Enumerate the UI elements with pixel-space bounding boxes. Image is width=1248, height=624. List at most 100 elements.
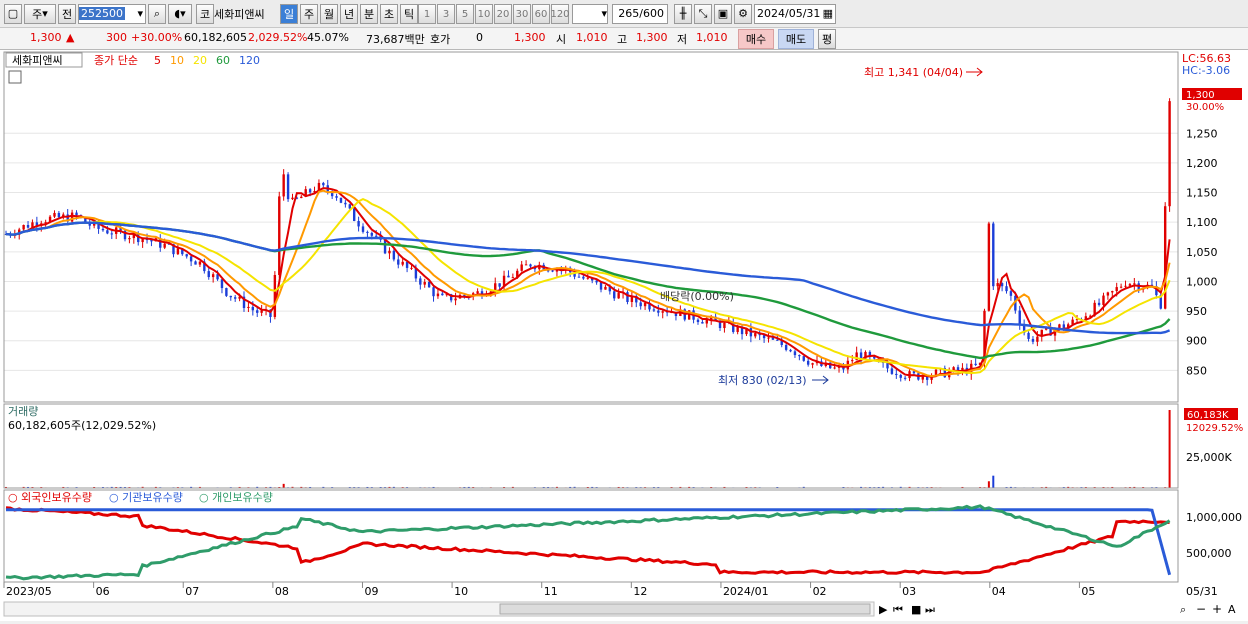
candle-body — [524, 264, 528, 266]
candle-body — [441, 293, 444, 296]
eval-button[interactable]: 평 — [818, 29, 836, 49]
minute-tab-60[interactable]: 60 — [532, 4, 550, 24]
code-button[interactable]: 코 — [196, 3, 214, 24]
ma-prefix: 종가 단순 — [94, 54, 138, 67]
price-tick-label: 1,150 — [1186, 187, 1218, 200]
candle-body — [776, 339, 779, 341]
candle-body — [1124, 285, 1127, 287]
period-tab-초[interactable]: 초 — [380, 4, 398, 24]
tools-icon[interactable]: ⤡ — [694, 3, 712, 24]
holding-line-1 — [6, 508, 1172, 576]
x-axis-labels: 2023/05 06 07 08 09 10 11 12 2024/01 02 03 04 05 — [6, 585, 1095, 598]
search-icon[interactable]: ⌕ — [148, 3, 166, 24]
period-tab-년[interactable]: 년 — [340, 4, 358, 24]
volume-bars — [4, 410, 1178, 489]
speaker-icon[interactable]: ◖▾ — [168, 3, 192, 24]
candle-body — [798, 355, 801, 357]
minute-tab-30[interactable]: 30 — [513, 4, 531, 24]
price-tick-label: 1,100 — [1186, 216, 1218, 229]
minute-select[interactable]: ▾ — [572, 3, 608, 24]
count-input[interactable]: 265/600 — [612, 3, 668, 24]
stock-chart[interactable]: 8509009501,0001,0501,1001,1501,2001,250 … — [0, 50, 1248, 621]
minute-tab-1[interactable]: 1 — [418, 4, 436, 24]
period-tab-분[interactable]: 분 — [360, 4, 378, 24]
period-select[interactable]: 주 ▾ — [24, 3, 56, 24]
buy-button[interactable]: 매수 — [738, 29, 774, 49]
dropdown-icon[interactable]: ▾ — [137, 7, 145, 20]
save-icon[interactable]: ▣ — [714, 3, 732, 24]
volume-tick: 25,000K — [1186, 451, 1232, 464]
candle-body — [1115, 287, 1118, 292]
candle-body — [348, 204, 351, 209]
zoom-out-icon[interactable]: − — [1196, 602, 1206, 616]
candle-icon[interactable]: ╫ — [674, 3, 692, 24]
scroll-right-icon[interactable]: ▶ — [879, 603, 888, 616]
scrollbar-thumb[interactable] — [499, 603, 871, 615]
price-tick-label: 850 — [1186, 364, 1207, 377]
volume-bar — [992, 475, 995, 488]
all-button[interactable]: 전 — [58, 3, 76, 24]
minute-tab-5[interactable]: 5 — [456, 4, 474, 24]
x-tick-label: 05 — [1081, 585, 1095, 598]
candle-body — [1106, 292, 1110, 296]
sell-button[interactable]: 매도 — [778, 29, 814, 49]
candle-body — [639, 302, 642, 307]
price-tick-label: 1,050 — [1186, 246, 1218, 259]
candle-body — [577, 276, 581, 278]
candle-body — [410, 267, 413, 269]
candle-body — [806, 360, 810, 365]
gear-icon[interactable]: ⚙ — [734, 3, 752, 24]
candle-body — [754, 333, 757, 337]
x-tick-label: 07 — [185, 585, 199, 598]
rewind-icon[interactable]: ⏮ — [893, 603, 903, 616]
candle-body — [696, 319, 700, 323]
zoom-search-icon[interactable]: ⌕ — [1180, 603, 1186, 616]
candle-body — [388, 250, 391, 254]
x-tick-label: 12 — [633, 585, 647, 598]
candle-body — [220, 279, 224, 289]
font-a-icon[interactable]: A — [1228, 603, 1236, 616]
table-icon[interactable] — [8, 70, 22, 84]
chevron-down-icon: ▾ — [601, 7, 607, 20]
candle-body — [247, 306, 250, 309]
period-tab-일[interactable]: 일 — [280, 4, 298, 24]
candle-body — [194, 261, 197, 265]
minute-tab-120[interactable]: 120 — [550, 4, 570, 24]
minute-tab-3[interactable]: 3 — [437, 4, 455, 24]
candle-body — [507, 275, 510, 278]
period-tab-틱[interactable]: 틱 — [400, 4, 418, 24]
volume-bar — [1168, 410, 1171, 488]
buy-button-label: 매수 — [745, 33, 767, 46]
holding-tick-1: 1,000,000 — [1186, 511, 1242, 524]
period-select-label: 주 — [32, 7, 43, 21]
date-input[interactable]: 2024/05/31 ▦ — [754, 3, 836, 24]
candle-body — [873, 356, 876, 359]
volume-tag-pct: 12029.52% — [1186, 423, 1243, 434]
zoom-in-icon[interactable]: + — [1212, 602, 1222, 616]
calendar-icon[interactable]: ▦ — [823, 7, 835, 20]
candle-body — [26, 225, 30, 228]
candle-body — [723, 322, 726, 329]
candle-body — [128, 238, 131, 240]
low-value: 1,010 — [696, 31, 728, 44]
up-arrow-icon: ▲ — [66, 31, 75, 44]
x-tick-label: 04 — [992, 585, 1006, 598]
x-tick-label: 08 — [275, 585, 289, 598]
high-value: 1,300 — [636, 31, 668, 44]
candle-body — [511, 277, 515, 279]
price-tick-label: 950 — [1186, 305, 1207, 318]
code-input[interactable]: 252500 ▾ — [78, 3, 146, 24]
stop-icon[interactable]: ■ — [911, 603, 921, 616]
candle-body — [859, 352, 863, 359]
chart-area[interactable]: 850 900 950 1,000 1,050 1,100 1,150 1,200 1,250 … — [0, 50, 1248, 621]
minute-tab-20[interactable]: 20 — [494, 4, 512, 24]
layout-icon[interactable]: ▢ — [4, 3, 22, 24]
fast-forward-icon[interactable]: ⏭ — [925, 603, 935, 616]
candle-body — [661, 311, 664, 313]
minute-tab-10[interactable]: 10 — [475, 4, 493, 24]
candle-body — [1119, 286, 1123, 288]
period-tab-월[interactable]: 월 — [320, 4, 338, 24]
candle-body — [802, 356, 805, 361]
period-tab-주[interactable]: 주 — [300, 4, 318, 24]
candle-body — [229, 295, 232, 298]
